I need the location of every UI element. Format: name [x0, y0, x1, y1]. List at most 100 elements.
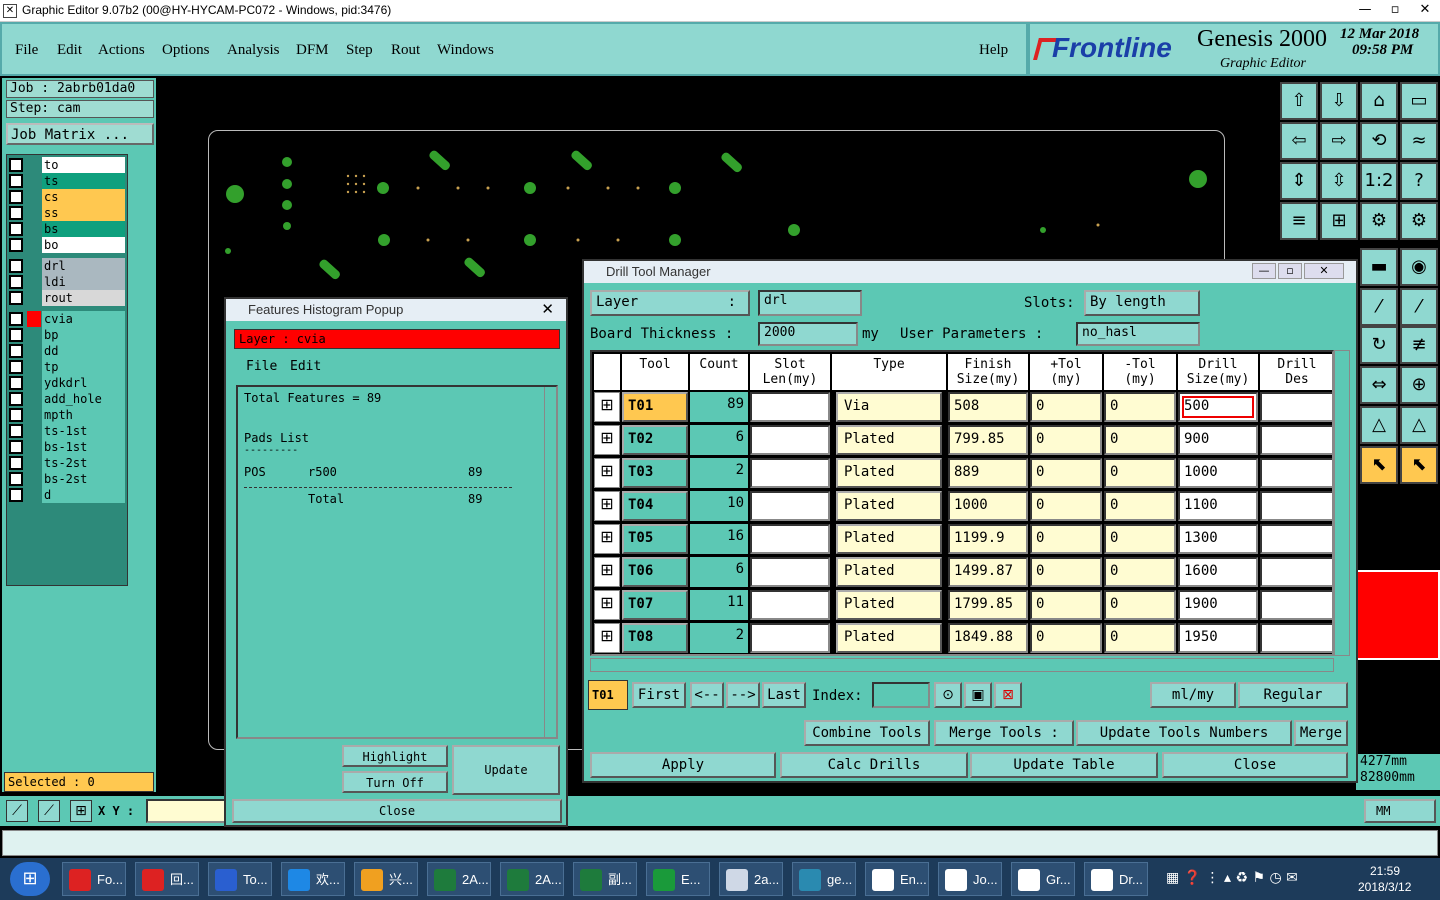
- snap-red-icon[interactable]: ⚙: [1360, 202, 1398, 240]
- layer-item-bs-2st[interactable]: bs-2st: [9, 471, 125, 487]
- next-button[interactable]: -->: [726, 682, 760, 708]
- drill-size-cell[interactable]: 1900: [1178, 590, 1258, 620]
- layer-checkbox[interactable]: [9, 392, 23, 406]
- menu-help[interactable]: Help: [979, 42, 1008, 59]
- menu-actions[interactable]: Actions: [98, 42, 145, 59]
- mode-select[interactable]: Regular: [1238, 682, 1348, 708]
- plus-tol-cell[interactable]: 0: [1030, 458, 1102, 488]
- layer-checkbox[interactable]: [9, 376, 23, 390]
- drill-des-cell[interactable]: [1260, 524, 1332, 554]
- layer-checkbox[interactable]: [9, 259, 23, 273]
- layer-name[interactable]: ts-2st: [42, 455, 125, 471]
- layer-color-swatch[interactable]: [27, 439, 41, 455]
- drill-size-cell[interactable]: 1950: [1178, 623, 1258, 653]
- type-select[interactable]: Plated: [836, 524, 942, 554]
- layer-input[interactable]: drl: [758, 290, 862, 316]
- type-select[interactable]: Plated: [836, 590, 942, 620]
- layer-name[interactable]: drl: [42, 258, 125, 274]
- layer-name[interactable]: ss: [42, 205, 125, 221]
- type-select[interactable]: Plated: [836, 557, 942, 587]
- layer-checkbox[interactable]: [9, 158, 23, 172]
- taskbar-item[interactable]: En...: [865, 862, 929, 896]
- arc-red-icon[interactable]: ⬉: [1360, 446, 1398, 484]
- update-table-button[interactable]: Update Table: [970, 752, 1158, 778]
- layer-checkbox[interactable]: [9, 238, 23, 252]
- taskbar-item[interactable]: 回...: [135, 862, 199, 896]
- slot-len-cell[interactable]: [750, 425, 830, 455]
- layer-name[interactable]: tp: [42, 359, 125, 375]
- tool-cell[interactable]: T01: [622, 392, 688, 422]
- taskbar-item[interactable]: 兴...: [354, 862, 418, 896]
- layer-item-rout[interactable]: rout: [9, 290, 125, 306]
- table-vscroll[interactable]: [1334, 350, 1350, 656]
- slot-len-cell[interactable]: [750, 491, 830, 521]
- home-icon[interactable]: ⌂: [1360, 82, 1398, 120]
- minus-tol-cell[interactable]: 0: [1104, 458, 1176, 488]
- nav-down-icon[interactable]: ⇩: [1320, 82, 1358, 120]
- taskbar-item[interactable]: ge...: [792, 862, 856, 896]
- type-select[interactable]: Plated: [836, 458, 942, 488]
- layer-checkbox[interactable]: [9, 291, 23, 305]
- drill-size-cell[interactable]: 1600: [1178, 557, 1258, 587]
- layer-color-swatch[interactable]: [27, 258, 41, 274]
- taskbar-item[interactable]: To...: [208, 862, 272, 896]
- circle-icon[interactable]: ⁄: [1400, 288, 1438, 326]
- start-button-icon[interactable]: ⊞: [10, 862, 50, 896]
- first-button[interactable]: First: [632, 682, 686, 708]
- help-icon[interactable]: ?: [1400, 162, 1438, 200]
- layer-checkbox[interactable]: [9, 206, 23, 220]
- layer-item-tp[interactable]: tp: [9, 359, 125, 375]
- drill-des-cell[interactable]: [1260, 491, 1332, 521]
- layer-color-swatch[interactable]: [27, 290, 41, 306]
- index-copy-icon[interactable]: ▣: [964, 682, 992, 708]
- histogram-menu-file[interactable]: File: [246, 359, 277, 374]
- layer-name[interactable]: bs-2st: [42, 471, 125, 487]
- layer-name[interactable]: to: [42, 157, 125, 173]
- layer-item-mpth[interactable]: mpth: [9, 407, 125, 423]
- row-expand-icon[interactable]: ⊞: [594, 392, 620, 422]
- layer-checkbox[interactable]: [9, 222, 23, 236]
- finish-size-cell[interactable]: 508: [948, 392, 1028, 422]
- row-expand-icon[interactable]: ⊞: [594, 458, 620, 488]
- taskbar-item[interactable]: 2A...: [427, 862, 491, 896]
- layer-checkbox[interactable]: [9, 456, 23, 470]
- arc-blue-icon[interactable]: ⬉: [1400, 446, 1438, 484]
- layer-name[interactable]: dd: [42, 343, 125, 359]
- finish-size-cell[interactable]: 1499.87: [948, 557, 1028, 587]
- layer-item-ydkdrl[interactable]: ydkdrl: [9, 375, 125, 391]
- layer-item-cs[interactable]: cs: [9, 189, 125, 205]
- layer-checkbox[interactable]: [9, 360, 23, 374]
- tool-cell[interactable]: T03: [622, 458, 688, 488]
- taskbar-item[interactable]: Jo...: [938, 862, 1002, 896]
- layer-checkbox[interactable]: [9, 190, 23, 204]
- plus-tol-cell[interactable]: 0: [1030, 623, 1102, 653]
- finish-size-cell[interactable]: 1849.88: [948, 623, 1028, 653]
- layer-checkbox[interactable]: [9, 275, 23, 289]
- maximize-button[interactable]: ▫: [1380, 0, 1410, 20]
- minus-tol-cell[interactable]: 0: [1104, 590, 1176, 620]
- layer-color-swatch[interactable]: [27, 343, 41, 359]
- tool-cell[interactable]: T06: [622, 557, 688, 587]
- layer-checkbox[interactable]: [9, 344, 23, 358]
- job-matrix-button[interactable]: Job Matrix ...: [6, 123, 154, 145]
- taskbar-item[interactable]: 2A...: [500, 862, 564, 896]
- slots-select[interactable]: By length: [1084, 290, 1200, 316]
- layer-checkbox[interactable]: [9, 312, 23, 326]
- index-clear-icon[interactable]: ⊠: [994, 682, 1022, 708]
- ruler2-icon[interactable]: ◉: [1400, 248, 1438, 286]
- calc-drills-button[interactable]: Calc Drills: [780, 752, 968, 778]
- taskbar-item[interactable]: 欢...: [281, 862, 345, 896]
- slot-len-cell[interactable]: [750, 557, 830, 587]
- taskbar-item[interactable]: Gr...: [1011, 862, 1075, 896]
- minus-tol-cell[interactable]: 0: [1104, 623, 1176, 653]
- turn-off-button[interactable]: Turn Off: [342, 771, 448, 793]
- line-red-icon[interactable]: ↻: [1360, 326, 1398, 364]
- slot-len-cell[interactable]: [750, 392, 830, 422]
- layer-color-swatch[interactable]: [27, 157, 41, 173]
- layer-color-swatch[interactable]: [27, 221, 41, 237]
- drill-des-cell[interactable]: [1260, 458, 1332, 488]
- taskbar-item[interactable]: E...: [646, 862, 710, 896]
- drill-size-cell[interactable]: 1100: [1178, 491, 1258, 521]
- plus-tol-cell[interactable]: 0: [1030, 524, 1102, 554]
- menu-options[interactable]: Options: [162, 42, 210, 59]
